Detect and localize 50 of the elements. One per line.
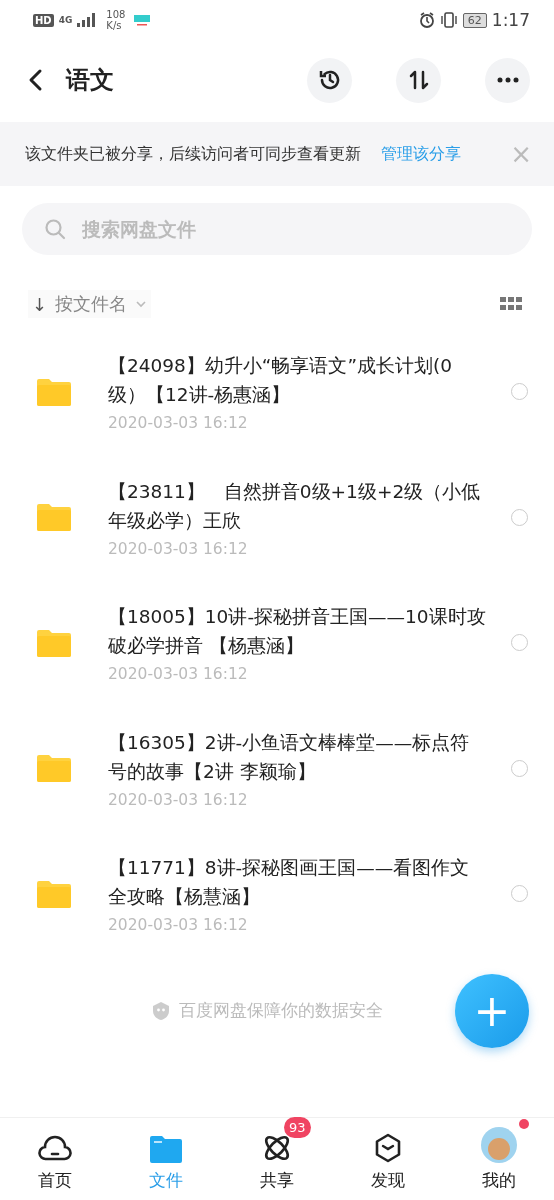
alarm-icon bbox=[418, 12, 435, 28]
folder-icon bbox=[37, 377, 71, 406]
folder-icon bbox=[150, 1135, 183, 1163]
grid-view-icon[interactable] bbox=[500, 297, 522, 311]
transfer-button[interactable] bbox=[396, 57, 441, 103]
signal-icon bbox=[77, 13, 98, 27]
folder-row[interactable]: 【24098】幼升小“畅享语文”成长计划(0级）【12讲-杨惠涵】 2020-03-03 16:12 bbox=[0, 329, 554, 455]
sort-by-name-button[interactable]: ↓ 按文件名 bbox=[28, 290, 152, 318]
search-icon bbox=[44, 218, 66, 240]
folder-icon bbox=[37, 628, 71, 657]
folder-date: 2020-03-03 16:12 bbox=[108, 539, 249, 558]
folder-name: 【24098】幼升小“畅享语文”成长计划(0级）【12讲-杨惠涵】 bbox=[108, 354, 453, 408]
cloud-icon bbox=[38, 1133, 73, 1163]
folder-row[interactable]: 【16305】2讲-小鱼语文棒棒堂——标点符号的故事【2讲 李颖瑜】 2020-03-03 16:12 bbox=[0, 705, 554, 831]
folder-name: 【23811】 自然拼音0级+1级+2级（小低年级必学）王欣 bbox=[108, 479, 482, 533]
folder-row[interactable]: 【23811】 自然拼音0级+1级+2级（小低年级必学）王欣 2020-03-03 16:12 bbox=[0, 454, 554, 580]
folder-name: 【18005】10讲-探秘拼音王国——10课时攻破必学拼音 【杨惠涵】 bbox=[108, 605, 487, 659]
history-button[interactable] bbox=[307, 57, 352, 103]
more-button[interactable] bbox=[485, 57, 530, 103]
clock: 1:17 bbox=[491, 10, 530, 30]
back-icon[interactable] bbox=[28, 68, 44, 92]
folder-icon bbox=[37, 503, 71, 532]
orbit-icon bbox=[262, 1133, 292, 1163]
folder-date: 2020-03-03 16:12 bbox=[108, 665, 249, 684]
page-title: 语文 bbox=[66, 65, 114, 96]
folder-row[interactable]: 【18005】10讲-探秘拼音王国——10课时攻破必学拼音 【杨惠涵】 2020-03-03 16:12 bbox=[0, 580, 554, 706]
folder-row[interactable]: 【11771】8讲-探秘图画王国——看图作文全攻略【杨慧涵】 2020-03-03 16:12 bbox=[0, 831, 554, 957]
hexagon-icon bbox=[373, 1133, 402, 1163]
search-field[interactable]: 搜索网盘文件 bbox=[22, 203, 532, 255]
notification-badge: 93 bbox=[284, 1117, 311, 1138]
folder-name: 【11771】8讲-探秘图画王国——看图作文全攻略【杨慧涵】 bbox=[108, 856, 471, 910]
hd-indicator: HD bbox=[33, 13, 54, 27]
shield-icon bbox=[151, 1000, 171, 1021]
search-field[interactable]: 搜索网盘文件 bbox=[80, 217, 510, 241]
avatar-icon bbox=[480, 1127, 517, 1163]
network-type: 4G bbox=[58, 15, 73, 25]
battery-level: 62 bbox=[462, 12, 487, 28]
folder-date: 2020-03-03 16:12 bbox=[108, 916, 249, 935]
speed-unit: K/s bbox=[106, 20, 123, 31]
folder-icon bbox=[37, 879, 71, 908]
share-notice-text: 该文件夹已被分享，后续访问者可同步查看更新 bbox=[25, 143, 361, 165]
app-notification-icon bbox=[134, 14, 151, 26]
chevron-down-icon bbox=[135, 300, 148, 308]
vibrate-icon bbox=[439, 12, 458, 28]
network-speed: 108 bbox=[106, 9, 126, 20]
folder-date: 2020-03-03 16:12 bbox=[108, 790, 249, 809]
folder-date: 2020-03-03 16:12 bbox=[108, 414, 249, 433]
folder-icon bbox=[37, 754, 71, 783]
security-note: 百度网盘保障你的数据安全 bbox=[179, 999, 383, 1022]
folder-name: 【16305】2讲-小鱼语文棒棒堂——标点符号的故事【2讲 李颖瑜】 bbox=[108, 730, 471, 784]
